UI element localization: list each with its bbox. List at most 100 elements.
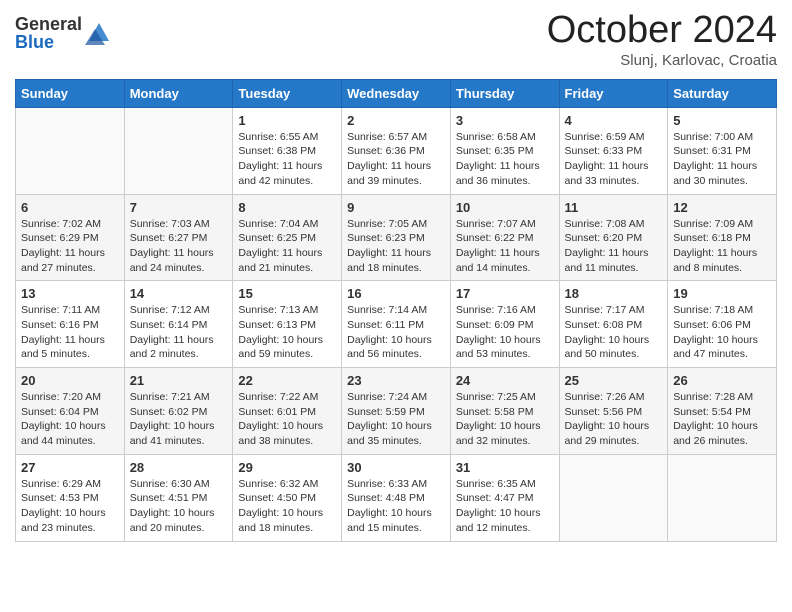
calendar-day-cell: 18Sunrise: 7:17 AMSunset: 6:08 PMDayligh… — [559, 281, 668, 368]
day-info: Sunrise: 7:21 AMSunset: 6:02 PMDaylight:… — [130, 390, 228, 449]
calendar-week-row: 13 Sunrise: 7:11 AMSunset: 6:16 PMDayligh… — [16, 281, 777, 368]
day-info: Sunrise: 6:30 AMSunset: 4:51 PMDaylight:… — [130, 477, 228, 536]
day-info: Sunrise: 7:12 AMSunset: 6:14 PMDaylight:… — [130, 303, 228, 362]
day-number: 21 — [130, 373, 228, 388]
day-info: Sunrise: 7:25 AMSunset: 5:58 PMDaylight:… — [456, 390, 554, 449]
calendar-day-cell — [16, 107, 125, 194]
day-number: 17 — [456, 286, 554, 301]
day-info: Sunrise: 7:28 AMSunset: 5:54 PMDaylight:… — [673, 390, 771, 449]
day-info: Sunrise: 7:11 AMSunset: 6:16 PMDaylight:… — [21, 303, 119, 362]
calendar-table: SundayMondayTuesdayWednesdayThursdayFrid… — [15, 79, 777, 542]
day-number: 2 — [347, 113, 445, 128]
day-number: 10 — [456, 200, 554, 215]
day-number: 23 — [347, 373, 445, 388]
day-info: Sunrise: 7:00 AMSunset: 6:31 PMDaylight:… — [673, 130, 771, 189]
calendar-day-cell: 5Sunrise: 7:00 AMSunset: 6:31 PMDaylight… — [668, 107, 777, 194]
day-info: Sunrise: 7:16 AMSunset: 6:09 PMDaylight:… — [456, 303, 554, 362]
calendar-day-cell: 7 Sunrise: 7:03 AMSunset: 6:27 PMDaylight… — [124, 194, 233, 281]
calendar-day-cell — [124, 107, 233, 194]
weekday-header: Wednesday — [342, 79, 451, 107]
calendar-day-cell: 2Sunrise: 6:57 AMSunset: 6:36 PMDaylight… — [342, 107, 451, 194]
calendar-day-cell: 28Sunrise: 6:30 AMSunset: 4:51 PMDayligh… — [124, 454, 233, 541]
day-info: Sunrise: 7:07 AMSunset: 6:22 PMDaylight:… — [456, 217, 554, 276]
calendar-day-cell: 31 Sunrise: 6:35 AMSunset: 4:47 PMDayligh… — [450, 454, 559, 541]
day-info: Sunrise: 6:58 AMSunset: 6:35 PMDaylight:… — [456, 130, 554, 189]
weekday-header: Friday — [559, 79, 668, 107]
day-number: 12 — [673, 200, 771, 215]
calendar-day-cell: 3Sunrise: 6:58 AMSunset: 6:35 PMDaylight… — [450, 107, 559, 194]
day-number: 1 — [238, 113, 336, 128]
calendar-day-cell: 12 Sunrise: 7:09 AMSunset: 6:18 PMDayligh… — [668, 194, 777, 281]
day-number: 14 — [130, 286, 228, 301]
calendar-day-cell: 26 Sunrise: 7:28 AMSunset: 5:54 PMDayligh… — [668, 368, 777, 455]
day-info: Sunrise: 7:02 AMSunset: 6:29 PMDaylight:… — [21, 217, 119, 276]
day-number: 31 — [456, 460, 554, 475]
calendar-week-row: 6 Sunrise: 7:02 AMSunset: 6:29 PMDaylight… — [16, 194, 777, 281]
day-info: Sunrise: 7:18 AMSunset: 6:06 PMDaylight:… — [673, 303, 771, 362]
day-info: Sunrise: 6:59 AMSunset: 6:33 PMDaylight:… — [565, 130, 663, 189]
day-info: Sunrise: 6:35 AMSunset: 4:47 PMDaylight:… — [456, 477, 554, 536]
calendar-day-cell: 13 Sunrise: 7:11 AMSunset: 6:16 PMDayligh… — [16, 281, 125, 368]
day-number: 29 — [238, 460, 336, 475]
day-number: 27 — [21, 460, 119, 475]
day-number: 8 — [238, 200, 336, 215]
day-number: 22 — [238, 373, 336, 388]
title-section: October 2024 Slunj, Karlovac, Croatia — [547, 10, 777, 69]
day-number: 11 — [565, 200, 663, 215]
weekday-header: Monday — [124, 79, 233, 107]
calendar-day-cell: 4 Sunrise: 6:59 AMSunset: 6:33 PMDaylight… — [559, 107, 668, 194]
calendar-day-cell: 27 Sunrise: 6:29 AMSunset: 4:53 PMDayligh… — [16, 454, 125, 541]
calendar-day-cell: 14 Sunrise: 7:12 AMSunset: 6:14 PMDayligh… — [124, 281, 233, 368]
calendar-day-cell: 6 Sunrise: 7:02 AMSunset: 6:29 PMDaylight… — [16, 194, 125, 281]
day-info: Sunrise: 7:04 AMSunset: 6:25 PMDaylight:… — [238, 217, 336, 276]
day-info: Sunrise: 7:05 AMSunset: 6:23 PMDaylight:… — [347, 217, 445, 276]
calendar-day-cell: 22Sunrise: 7:22 AMSunset: 6:01 PMDayligh… — [233, 368, 342, 455]
calendar-day-cell — [668, 454, 777, 541]
calendar-day-cell: 11Sunrise: 7:08 AMSunset: 6:20 PMDayligh… — [559, 194, 668, 281]
calendar-week-row: 27 Sunrise: 6:29 AMSunset: 4:53 PMDayligh… — [16, 454, 777, 541]
day-info: Sunrise: 7:03 AMSunset: 6:27 PMDaylight:… — [130, 217, 228, 276]
calendar-day-cell: 1 Sunrise: 6:55 AMSunset: 6:38 PMDaylight… — [233, 107, 342, 194]
calendar-day-cell: 20 Sunrise: 7:20 AMSunset: 6:04 PMDayligh… — [16, 368, 125, 455]
day-number: 7 — [130, 200, 228, 215]
day-info: Sunrise: 6:33 AMSunset: 4:48 PMDaylight:… — [347, 477, 445, 536]
day-number: 30 — [347, 460, 445, 475]
calendar-day-cell: 16Sunrise: 7:14 AMSunset: 6:11 PMDayligh… — [342, 281, 451, 368]
calendar-day-cell: 25Sunrise: 7:26 AMSunset: 5:56 PMDayligh… — [559, 368, 668, 455]
weekday-header: Thursday — [450, 79, 559, 107]
day-info: Sunrise: 7:20 AMSunset: 6:04 PMDaylight:… — [21, 390, 119, 449]
weekday-header: Tuesday — [233, 79, 342, 107]
day-info: Sunrise: 7:13 AMSunset: 6:13 PMDaylight:… — [238, 303, 336, 362]
calendar-day-cell: 29 Sunrise: 6:32 AMSunset: 4:50 PMDayligh… — [233, 454, 342, 541]
day-info: Sunrise: 6:55 AMSunset: 6:38 PMDaylight:… — [238, 130, 336, 189]
day-number: 4 — [565, 113, 663, 128]
location-subtitle: Slunj, Karlovac, Croatia — [547, 52, 777, 69]
day-info: Sunrise: 7:17 AMSunset: 6:08 PMDaylight:… — [565, 303, 663, 362]
day-number: 26 — [673, 373, 771, 388]
day-number: 20 — [21, 373, 119, 388]
calendar-week-row: 1 Sunrise: 6:55 AMSunset: 6:38 PMDaylight… — [16, 107, 777, 194]
day-number: 6 — [21, 200, 119, 215]
logo-blue-text: Blue — [15, 33, 82, 51]
calendar-day-cell: 9Sunrise: 7:05 AMSunset: 6:23 PMDaylight… — [342, 194, 451, 281]
weekday-header: Sunday — [16, 79, 125, 107]
calendar-day-cell: 24 Sunrise: 7:25 AMSunset: 5:58 PMDayligh… — [450, 368, 559, 455]
logo-general-text: General — [15, 15, 82, 33]
calendar-week-row: 20 Sunrise: 7:20 AMSunset: 6:04 PMDayligh… — [16, 368, 777, 455]
day-info: Sunrise: 6:32 AMSunset: 4:50 PMDaylight:… — [238, 477, 336, 536]
calendar-day-cell: 17 Sunrise: 7:16 AMSunset: 6:09 PMDayligh… — [450, 281, 559, 368]
calendar-day-cell: 19 Sunrise: 7:18 AMSunset: 6:06 PMDayligh… — [668, 281, 777, 368]
day-number: 24 — [456, 373, 554, 388]
day-info: Sunrise: 6:29 AMSunset: 4:53 PMDaylight:… — [21, 477, 119, 536]
calendar-day-cell: 30 Sunrise: 6:33 AMSunset: 4:48 PMDayligh… — [342, 454, 451, 541]
day-info: Sunrise: 7:09 AMSunset: 6:18 PMDaylight:… — [673, 217, 771, 276]
day-number: 19 — [673, 286, 771, 301]
day-info: Sunrise: 7:26 AMSunset: 5:56 PMDaylight:… — [565, 390, 663, 449]
day-info: Sunrise: 7:24 AMSunset: 5:59 PMDaylight:… — [347, 390, 445, 449]
day-number: 13 — [21, 286, 119, 301]
logo-icon — [85, 19, 113, 47]
calendar-day-cell: 23 Sunrise: 7:24 AMSunset: 5:59 PMDayligh… — [342, 368, 451, 455]
page-header: General Blue October 2024 Slunj, Karlova… — [15, 10, 777, 69]
logo: General Blue — [15, 15, 113, 51]
day-number: 16 — [347, 286, 445, 301]
